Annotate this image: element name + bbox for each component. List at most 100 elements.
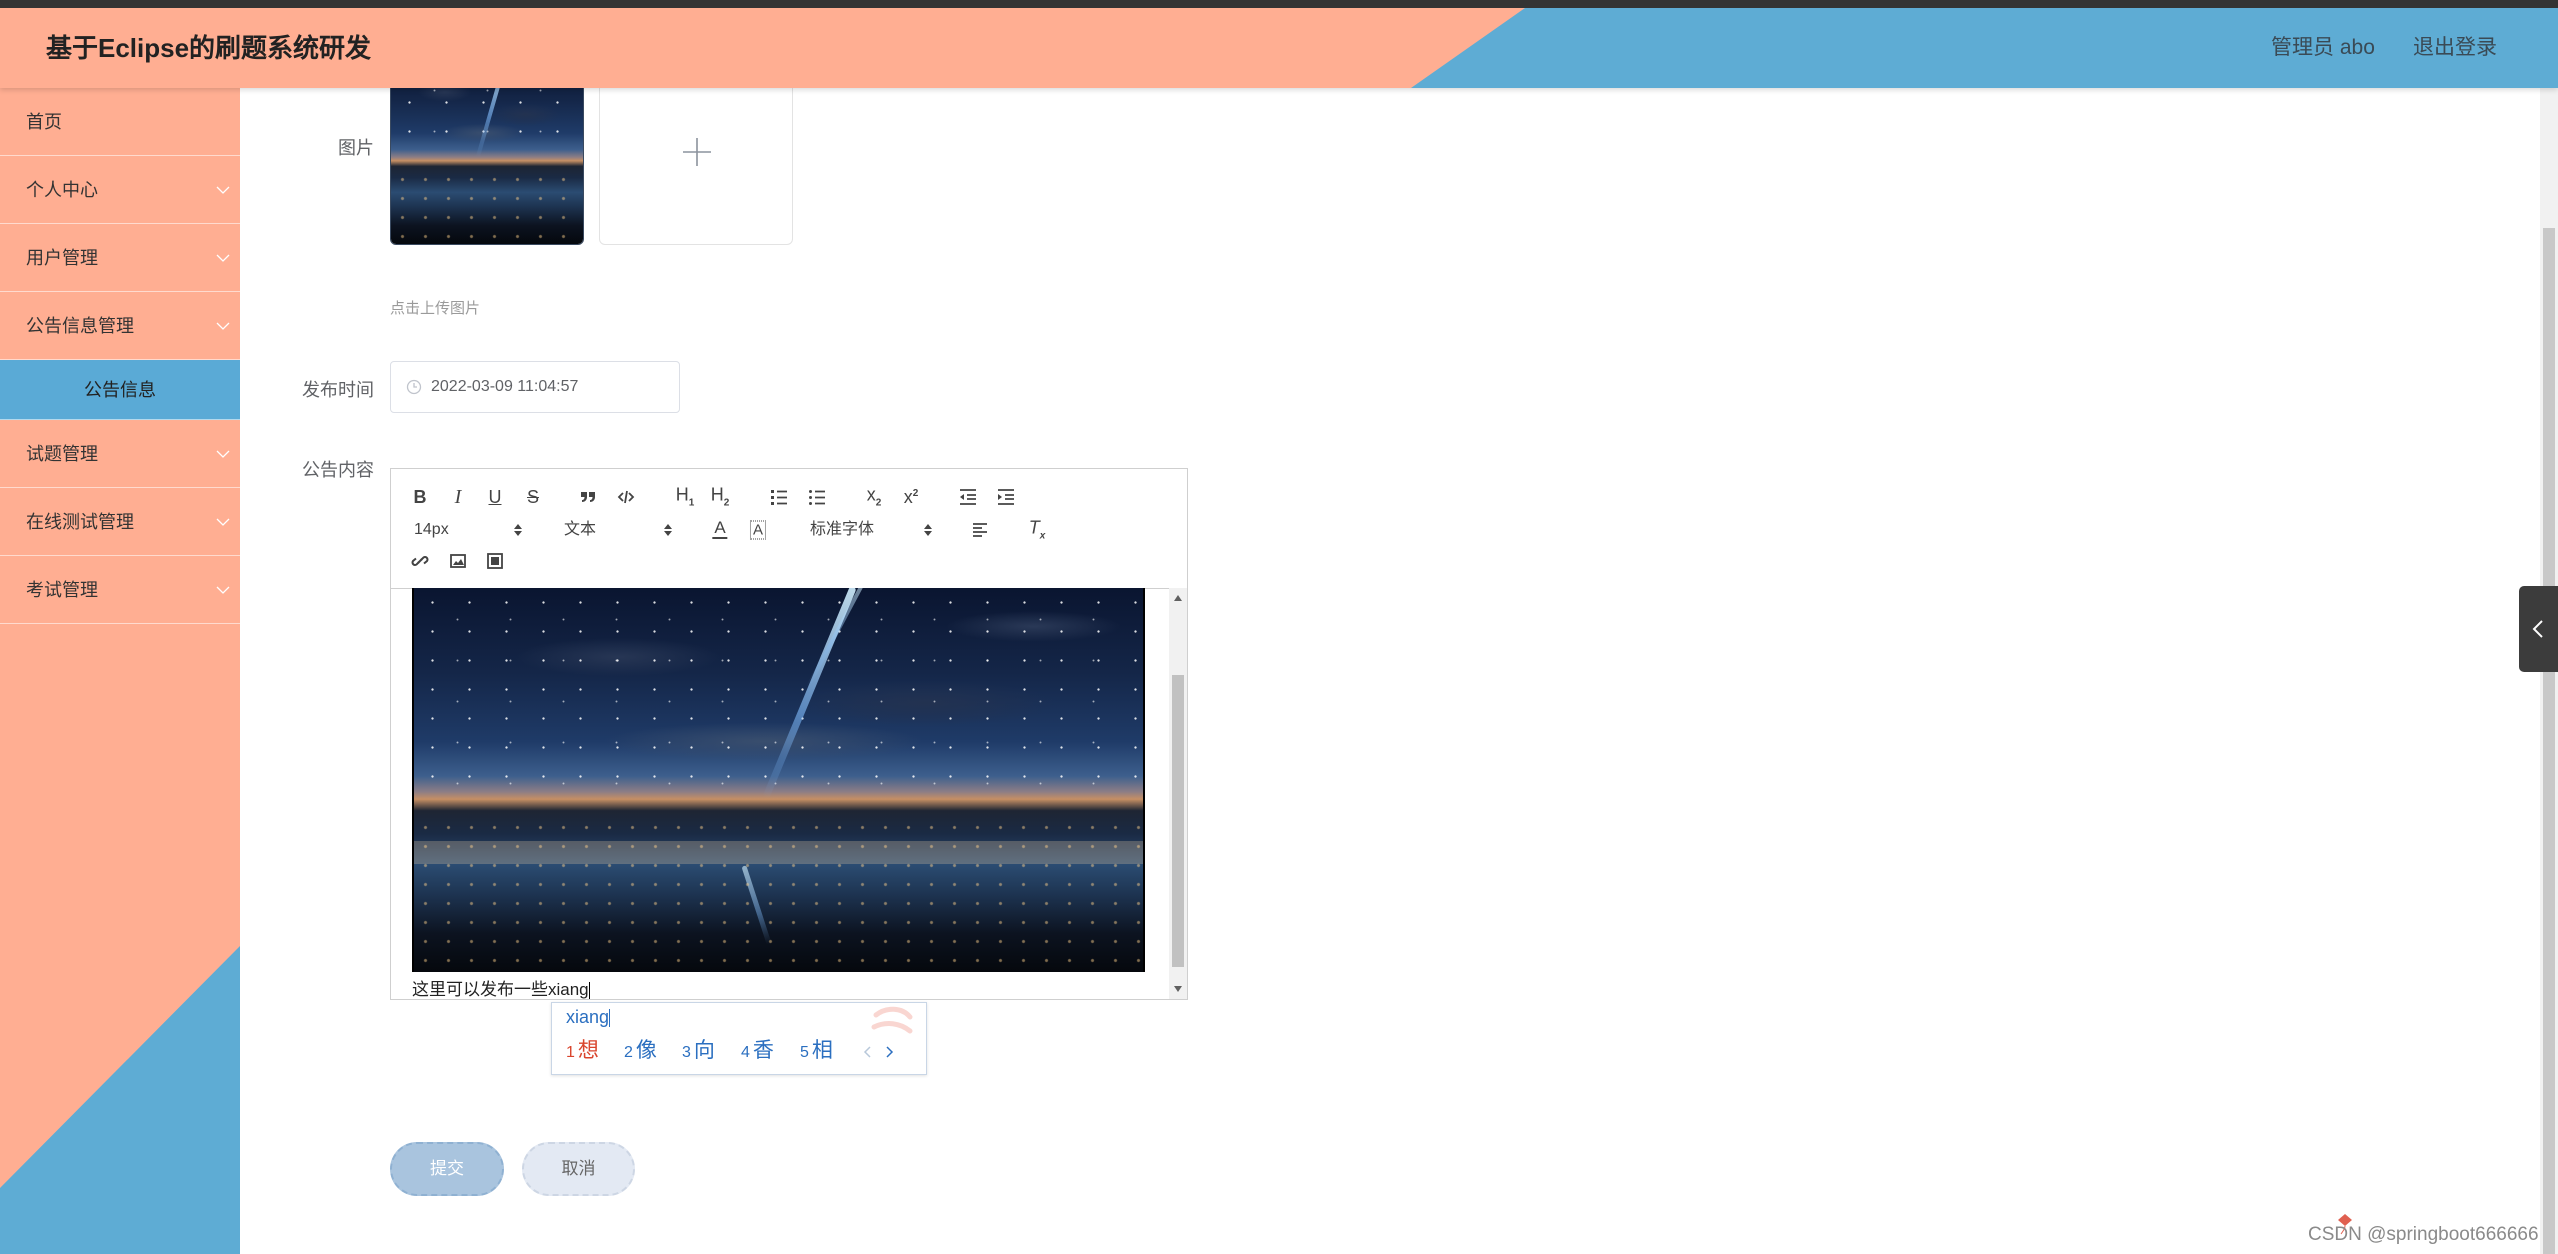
indent-icon[interactable] — [997, 488, 1015, 506]
ime-candidate-4[interactable]: 4香 — [741, 1037, 774, 1067]
ime-candidate-2[interactable]: 2像 — [624, 1037, 657, 1067]
superscript-button[interactable]: x2 — [904, 488, 919, 506]
sidebar-item-notice-management[interactable]: 公告信息管理 — [0, 292, 240, 360]
header2-button[interactable]: H2 — [711, 486, 730, 509]
superscript-letter: x — [903, 487, 913, 507]
underline-button[interactable]: U — [489, 488, 502, 506]
candidate-number: 2 — [624, 1044, 633, 1061]
sidebar-item-question-management[interactable]: 试题管理 — [0, 420, 240, 488]
editor-toolbar: B I U S H1 H2 x2 x2 14px 文本 A A 标准字体 Tx — [391, 469, 1187, 589]
text-cursor — [588, 981, 590, 999]
clock-icon — [406, 379, 422, 395]
scroll-up-arrow-icon[interactable] — [1173, 594, 1183, 602]
candidate-char: 想 — [577, 1039, 599, 1062]
submit-button[interactable]: 提交 — [390, 1142, 504, 1196]
code-block-icon[interactable] — [617, 488, 635, 506]
page-scroll-thumb[interactable] — [2543, 228, 2555, 1254]
italic-button[interactable]: I — [455, 487, 462, 507]
sidebar-subitem-notice-info[interactable]: 公告信息 — [0, 360, 240, 420]
chevron-down-icon — [216, 518, 230, 526]
header1-button[interactable]: H1 — [676, 486, 695, 509]
sidebar-item-label: 公告信息管理 — [26, 316, 134, 336]
ime-next-page-icon[interactable] — [884, 1045, 894, 1059]
ime-candidate-window: xiang 1想 2像 3向 4香 5相 — [551, 1002, 927, 1075]
candidate-char: 香 — [752, 1039, 774, 1062]
header-diagonal-accent — [1411, 8, 2558, 88]
font-family-select[interactable]: 标准字体 — [810, 522, 874, 538]
sidebar-item-label: 公告信息 — [84, 380, 156, 400]
sidebar: 首页 个人中心 用户管理 公告信息管理 公告信息 试题管理 在线测试管理 考试管… — [0, 88, 240, 1254]
ime-candidate-1[interactable]: 1想 — [566, 1037, 599, 1067]
subscript-button[interactable]: x2 — [867, 486, 882, 509]
picture-city-lights — [414, 818, 1143, 972]
sidebar-menu: 首页 个人中心 用户管理 公告信息管理 公告信息 试题管理 在线测试管理 考试管… — [0, 88, 240, 624]
sidebar-item-label: 考试管理 — [26, 580, 98, 600]
candidate-number: 1 — [566, 1044, 575, 1061]
editor-scroll-thumb[interactable] — [1172, 675, 1184, 967]
ime-candidate-3[interactable]: 3向 — [682, 1037, 715, 1067]
header-select[interactable]: 文本 — [564, 522, 596, 538]
side-panel-toggle[interactable] — [2519, 586, 2558, 672]
content-field-label: 公告内容 — [302, 460, 374, 480]
sidebar-item-user-management[interactable]: 用户管理 — [0, 224, 240, 292]
ime-candidate-5[interactable]: 5相 — [800, 1037, 833, 1067]
app-header: 基于Eclipse的刷题系统研发 管理员 abo 退出登录 — [0, 8, 2558, 88]
candidate-char: 向 — [693, 1039, 715, 1062]
select-arrows-icon — [663, 523, 673, 537]
ime-pinyin: xiang — [566, 1007, 610, 1027]
header2-letter: H — [710, 484, 724, 505]
ime-prev-page-icon[interactable] — [863, 1045, 873, 1059]
sidebar-item-label: 在线测试管理 — [26, 512, 134, 532]
select-arrows-icon — [513, 523, 523, 537]
header1-letter: H — [675, 484, 689, 505]
clean-format-button[interactable]: Tx — [1029, 519, 1046, 542]
chevron-down-icon — [216, 254, 230, 262]
bold-button[interactable]: B — [414, 488, 427, 506]
text-color-button[interactable]: A — [712, 519, 728, 539]
candidate-char: 像 — [635, 1039, 657, 1062]
current-user-label: 管理员 abo — [2271, 36, 2375, 59]
link-icon[interactable] — [411, 552, 429, 570]
sidebar-item-home[interactable]: 首页 — [0, 88, 240, 156]
chevron-left-icon — [2532, 620, 2543, 638]
editor-content-area[interactable]: 这里可以发布一些xiang — [391, 588, 1187, 999]
candidate-number: 4 — [741, 1044, 750, 1061]
publish-time-input[interactable]: 2022-03-09 11:04:57 — [390, 361, 680, 413]
strike-button[interactable]: S — [527, 488, 539, 506]
subscript-index: 2 — [875, 497, 882, 509]
app-title: 基于Eclipse的刷题系统研发 — [46, 33, 372, 63]
editor-embedded-image — [412, 588, 1145, 972]
chevron-down-icon — [216, 586, 230, 594]
plus-icon — [683, 138, 711, 166]
sidebar-item-online-test-management[interactable]: 在线测试管理 — [0, 488, 240, 556]
watermark: CSDN @springboot666666 — [2308, 1224, 2539, 1245]
ordered-list-icon[interactable] — [770, 488, 788, 506]
editor-scrollbar[interactable] — [1169, 588, 1187, 999]
ime-cursor — [609, 1009, 611, 1028]
font-size-select[interactable]: 14px — [414, 522, 449, 538]
clean-format-index: x — [1039, 530, 1046, 542]
sidebar-item-exam-management[interactable]: 考试管理 — [0, 556, 240, 624]
background-color-button[interactable]: A — [749, 520, 767, 540]
outdent-icon[interactable] — [959, 488, 977, 506]
header1-index: 1 — [688, 497, 695, 509]
bullet-list-icon[interactable] — [808, 488, 826, 506]
publish-time-value: 2022-03-09 11:04:57 — [431, 378, 579, 395]
video-icon[interactable] — [486, 552, 504, 570]
cancel-button[interactable]: 取消 — [522, 1142, 635, 1196]
editor-content-text: 这里可以发布一些xiang — [412, 978, 590, 999]
sidebar-item-personal-center[interactable]: 个人中心 — [0, 156, 240, 224]
superscript-index: 2 — [912, 488, 919, 499]
upload-hint: 点击上传图片 — [390, 300, 481, 317]
align-icon[interactable] — [971, 521, 989, 539]
header2-index: 2 — [723, 497, 730, 509]
chevron-down-icon — [216, 322, 230, 330]
image-field-label: 图片 — [338, 138, 374, 158]
candidate-char: 相 — [811, 1039, 833, 1062]
select-arrows-icon — [923, 523, 933, 537]
logout-link[interactable]: 退出登录 — [2413, 8, 2497, 88]
blockquote-icon[interactable] — [579, 488, 597, 506]
chevron-down-icon — [216, 450, 230, 458]
scroll-down-arrow-icon[interactable] — [1173, 985, 1183, 993]
image-icon[interactable] — [449, 552, 467, 570]
